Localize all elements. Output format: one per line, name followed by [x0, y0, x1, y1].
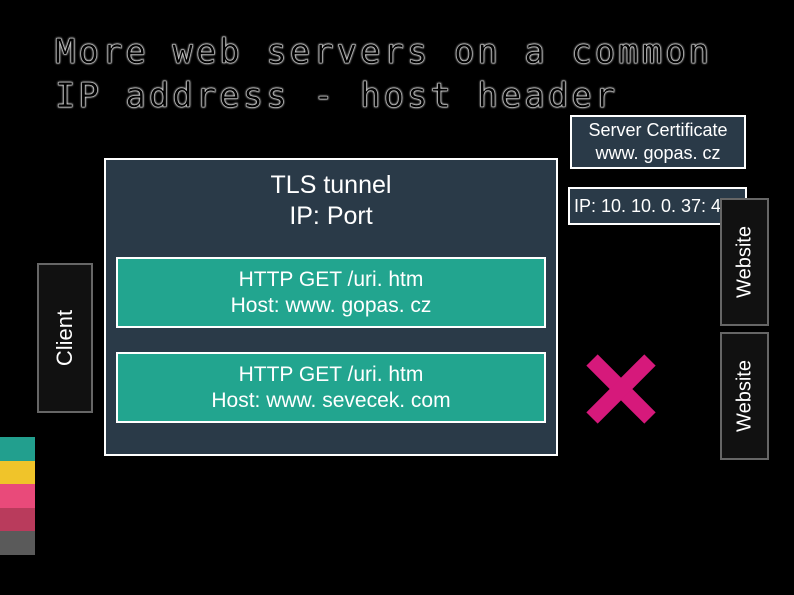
website-box-2: Website	[720, 332, 769, 460]
http-request-gopas: HTTP GET /uri. htm Host: www. gopas. cz	[116, 257, 546, 328]
tls-tunnel-line1: TLS tunnel	[106, 170, 556, 201]
server-certificate-line1: Server Certificate	[572, 119, 744, 142]
http-request-line2: Host: www. sevecek. com	[118, 388, 544, 413]
client-box: Client	[37, 263, 93, 413]
http-request-line2: Host: www. gopas. cz	[118, 293, 544, 318]
client-label: Client	[52, 310, 78, 366]
decorative-stripe	[0, 437, 35, 555]
http-request-sevecek: HTTP GET /uri. htm Host: www. sevecek. c…	[116, 352, 546, 423]
http-request-line1: HTTP GET /uri. htm	[118, 362, 544, 387]
slide-title: More web servers on a common IP address …	[55, 30, 754, 118]
tls-tunnel-label: TLS tunnel IP: Port	[106, 170, 556, 233]
cross-icon	[580, 348, 662, 430]
website-label: Website	[733, 360, 756, 432]
http-request-line1: HTTP GET /uri. htm	[118, 267, 544, 292]
website-box-1: Website	[720, 198, 769, 326]
server-certificate-box: Server Certificate www. gopas. cz	[570, 115, 746, 169]
website-label: Website	[733, 226, 756, 298]
server-certificate-line2: www. gopas. cz	[572, 142, 744, 165]
tls-tunnel-line2: IP: Port	[106, 201, 556, 232]
